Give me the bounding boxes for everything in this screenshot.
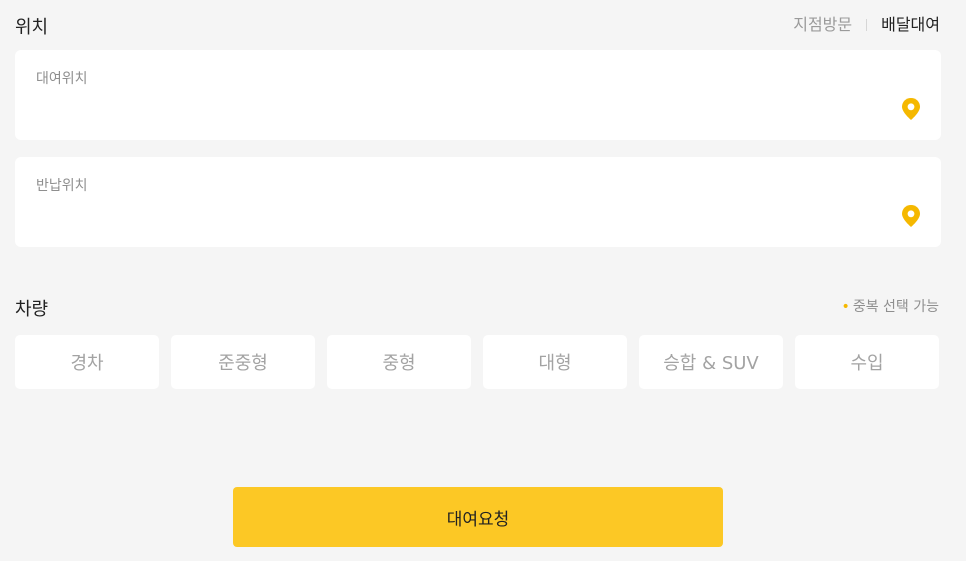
mode-branch-visit[interactable]: 지점방문 [793,17,852,33]
vehicle-section-title: 차량 [15,299,49,320]
multi-select-note: • 중복 선택 가능 [842,300,939,314]
rental-request-button[interactable]: 대여요청 [233,487,723,547]
rental-location-field[interactable]: 대여위치 [15,50,941,140]
vehicle-type-compact-button[interactable]: 경차 [15,335,159,389]
location-section-title: 위치 [15,17,49,38]
vehicle-type-fullsize-button[interactable]: 대형 [483,335,627,389]
vehicle-type-midsize-button[interactable]: 중형 [327,335,471,389]
map-pin-icon[interactable] [901,98,921,120]
mode-delivery-rental[interactable]: 배달대여 [881,17,940,33]
note-bullet: • [841,299,850,315]
return-location-field[interactable]: 반납위치 [15,157,941,247]
vehicle-type-subcompact-mid-button[interactable]: 준중형 [171,335,315,389]
mode-divider [866,19,868,31]
map-pin-icon[interactable] [901,205,921,227]
return-location-label: 반납위치 [36,178,88,194]
rental-location-label: 대여위치 [36,71,88,87]
multi-select-note-text: 중복 선택 가능 [852,299,939,315]
vehicle-type-import-button[interactable]: 수입 [795,335,939,389]
vehicle-type-van-suv-button[interactable]: 승합 & SUV [639,335,783,389]
location-mode-toggle: 지점방문 배달대여 [793,17,940,33]
vehicle-type-list: 경차 준중형 중형 대형 승합 & SUV 수입 [15,335,939,389]
